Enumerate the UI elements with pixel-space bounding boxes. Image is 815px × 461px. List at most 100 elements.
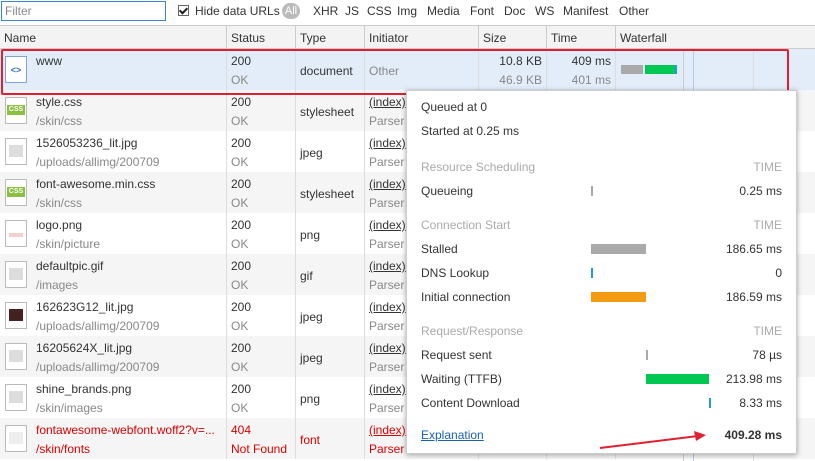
- column-header-waterfall[interactable]: Waterfall: [616, 26, 815, 48]
- column-header-initiator[interactable]: Initiator: [365, 26, 479, 48]
- type-filter-all[interactable]: All: [282, 3, 300, 19]
- type-filter-manifest[interactable]: Manifest: [563, 4, 608, 18]
- timing-section-header: Resource Scheduling TIME: [421, 157, 782, 177]
- timing-section-title: Connection Start: [421, 218, 511, 232]
- request-name: 162623G12_lit.jpg: [36, 300, 134, 314]
- status-cell: 200 OK: [227, 295, 296, 336]
- status-text: OK: [231, 319, 249, 333]
- request-path: /images: [36, 278, 79, 292]
- timing-value: 0.25 ms: [739, 184, 782, 198]
- type-filter-js[interactable]: JS: [345, 4, 359, 18]
- timing-label: Initial connection: [421, 290, 511, 304]
- timing-value: 8.33 ms: [739, 396, 782, 410]
- timing-bar: [591, 186, 593, 196]
- timing-value: 186.59 ms: [725, 290, 782, 304]
- timing-row: Content Download 8.33 ms: [421, 393, 782, 413]
- timing-bar: [591, 244, 647, 254]
- request-name: style.css: [36, 95, 83, 109]
- timing-value: 78 µs: [752, 348, 782, 362]
- name-cell: defaultpic.gif /images: [0, 254, 227, 295]
- column-header-status[interactable]: Status: [227, 26, 296, 48]
- status-code: 200: [231, 218, 252, 232]
- request-name: shine_brands.png: [36, 382, 132, 396]
- initiator[interactable]: (index): [369, 341, 406, 355]
- status-code: 200: [231, 300, 252, 314]
- initiator[interactable]: (index): [369, 300, 406, 314]
- type-filter-xhr[interactable]: XHR: [313, 4, 338, 18]
- status-text: OK: [231, 237, 249, 251]
- type-filter-ws[interactable]: WS: [535, 4, 554, 18]
- initiator[interactable]: (index): [369, 382, 406, 396]
- initiator-detail: Parser: [369, 278, 405, 292]
- selected-row-highlight: [1, 49, 789, 95]
- request-path: /uploads/allimg/200709: [36, 360, 160, 374]
- filter-input[interactable]: [1, 1, 166, 21]
- timing-popup: Queued at 0 Started at 0.25 ms Resource …: [406, 90, 797, 454]
- initiator-detail: Parser: [369, 319, 405, 333]
- timing-section-header: Request/Response TIME: [421, 321, 782, 341]
- hide-data-urls-label: Hide data URLs: [195, 4, 280, 18]
- initiator[interactable]: (index): [369, 423, 406, 437]
- initiator[interactable]: (index): [369, 136, 406, 150]
- timing-label: Stalled: [421, 242, 458, 256]
- initiator[interactable]: (index): [369, 95, 406, 109]
- timing-value: 0: [775, 266, 782, 280]
- request-name: logo.png: [36, 218, 83, 232]
- resource-type: stylesheet: [300, 187, 355, 201]
- type-cell: jpeg: [296, 295, 365, 336]
- timing-row: DNS Lookup 0: [421, 263, 782, 283]
- resource-type: jpeg: [300, 146, 323, 160]
- status-cell: 200 OK: [227, 213, 296, 254]
- type-filter-img[interactable]: Img: [397, 4, 417, 18]
- type-filter-css[interactable]: CSS: [367, 4, 392, 18]
- name-cell: 16205624X_lit.jpg /uploads/allimg/200709: [0, 336, 227, 377]
- status-code: 200: [231, 177, 252, 191]
- logo-icon: [5, 220, 27, 247]
- column-header-name[interactable]: Name: [0, 26, 227, 48]
- status-code: 200: [231, 95, 252, 109]
- name-cell: fontawesome-webfont.woff2?v=... /skin/fo…: [0, 418, 227, 459]
- status-text: OK: [231, 278, 249, 292]
- type-cell: stylesheet: [296, 172, 365, 213]
- column-header-time[interactable]: Time: [547, 26, 616, 48]
- column-header-type[interactable]: Type: [296, 26, 365, 48]
- timing-label: Request sent: [421, 348, 492, 362]
- table-header: Name Status Type Initiator Size Time Wat…: [0, 26, 815, 49]
- explanation-link[interactable]: Explanation: [421, 425, 484, 445]
- resource-type: stylesheet: [300, 105, 355, 119]
- timing-section-header: Connection Start TIME: [421, 215, 782, 235]
- font-icon: [5, 425, 27, 452]
- status-cell: 200 OK: [227, 336, 296, 377]
- timing-label: Queueing: [421, 184, 474, 198]
- type-filter-font[interactable]: Font: [470, 4, 494, 18]
- request-name: font-awesome.min.css: [36, 177, 156, 191]
- name-cell: 1526053236_lit.jpg /uploads/allimg/20070…: [0, 131, 227, 172]
- type-filter-other[interactable]: Other: [619, 4, 649, 18]
- hide-data-urls-checkbox[interactable]: [178, 5, 189, 16]
- resource-type: gif: [300, 269, 313, 283]
- type-filter-doc[interactable]: Doc: [504, 4, 525, 18]
- timing-bar: [591, 268, 593, 278]
- status-cell: 200 OK: [227, 172, 296, 213]
- status-text: OK: [231, 401, 249, 415]
- timing-value: 186.65 ms: [725, 242, 782, 256]
- name-cell: style.css /skin/css: [0, 90, 227, 131]
- timing-bar: [591, 292, 647, 302]
- timing-section-time-label: TIME: [753, 218, 782, 232]
- type-filter-media[interactable]: Media: [427, 4, 460, 18]
- image-icon: [5, 384, 27, 411]
- initiator[interactable]: (index): [369, 218, 406, 232]
- status-text: Not Found: [231, 442, 288, 456]
- initiator[interactable]: (index): [369, 177, 406, 191]
- timing-row: Stalled 186.65 ms: [421, 239, 782, 259]
- queued-at-text: Queued at 0: [421, 100, 488, 114]
- status-cell: 200 OK: [227, 377, 296, 418]
- timing-row: Initial connection 186.59 ms: [421, 287, 782, 307]
- column-header-size[interactable]: Size: [479, 26, 547, 48]
- initiator-detail: Parser: [369, 360, 405, 374]
- timing-section-time-label: TIME: [753, 324, 782, 338]
- resource-type: jpeg: [300, 351, 323, 365]
- annotation-arrow: [599, 431, 706, 449]
- request-name: 1526053236_lit.jpg: [36, 136, 138, 150]
- initiator[interactable]: (index): [369, 259, 406, 273]
